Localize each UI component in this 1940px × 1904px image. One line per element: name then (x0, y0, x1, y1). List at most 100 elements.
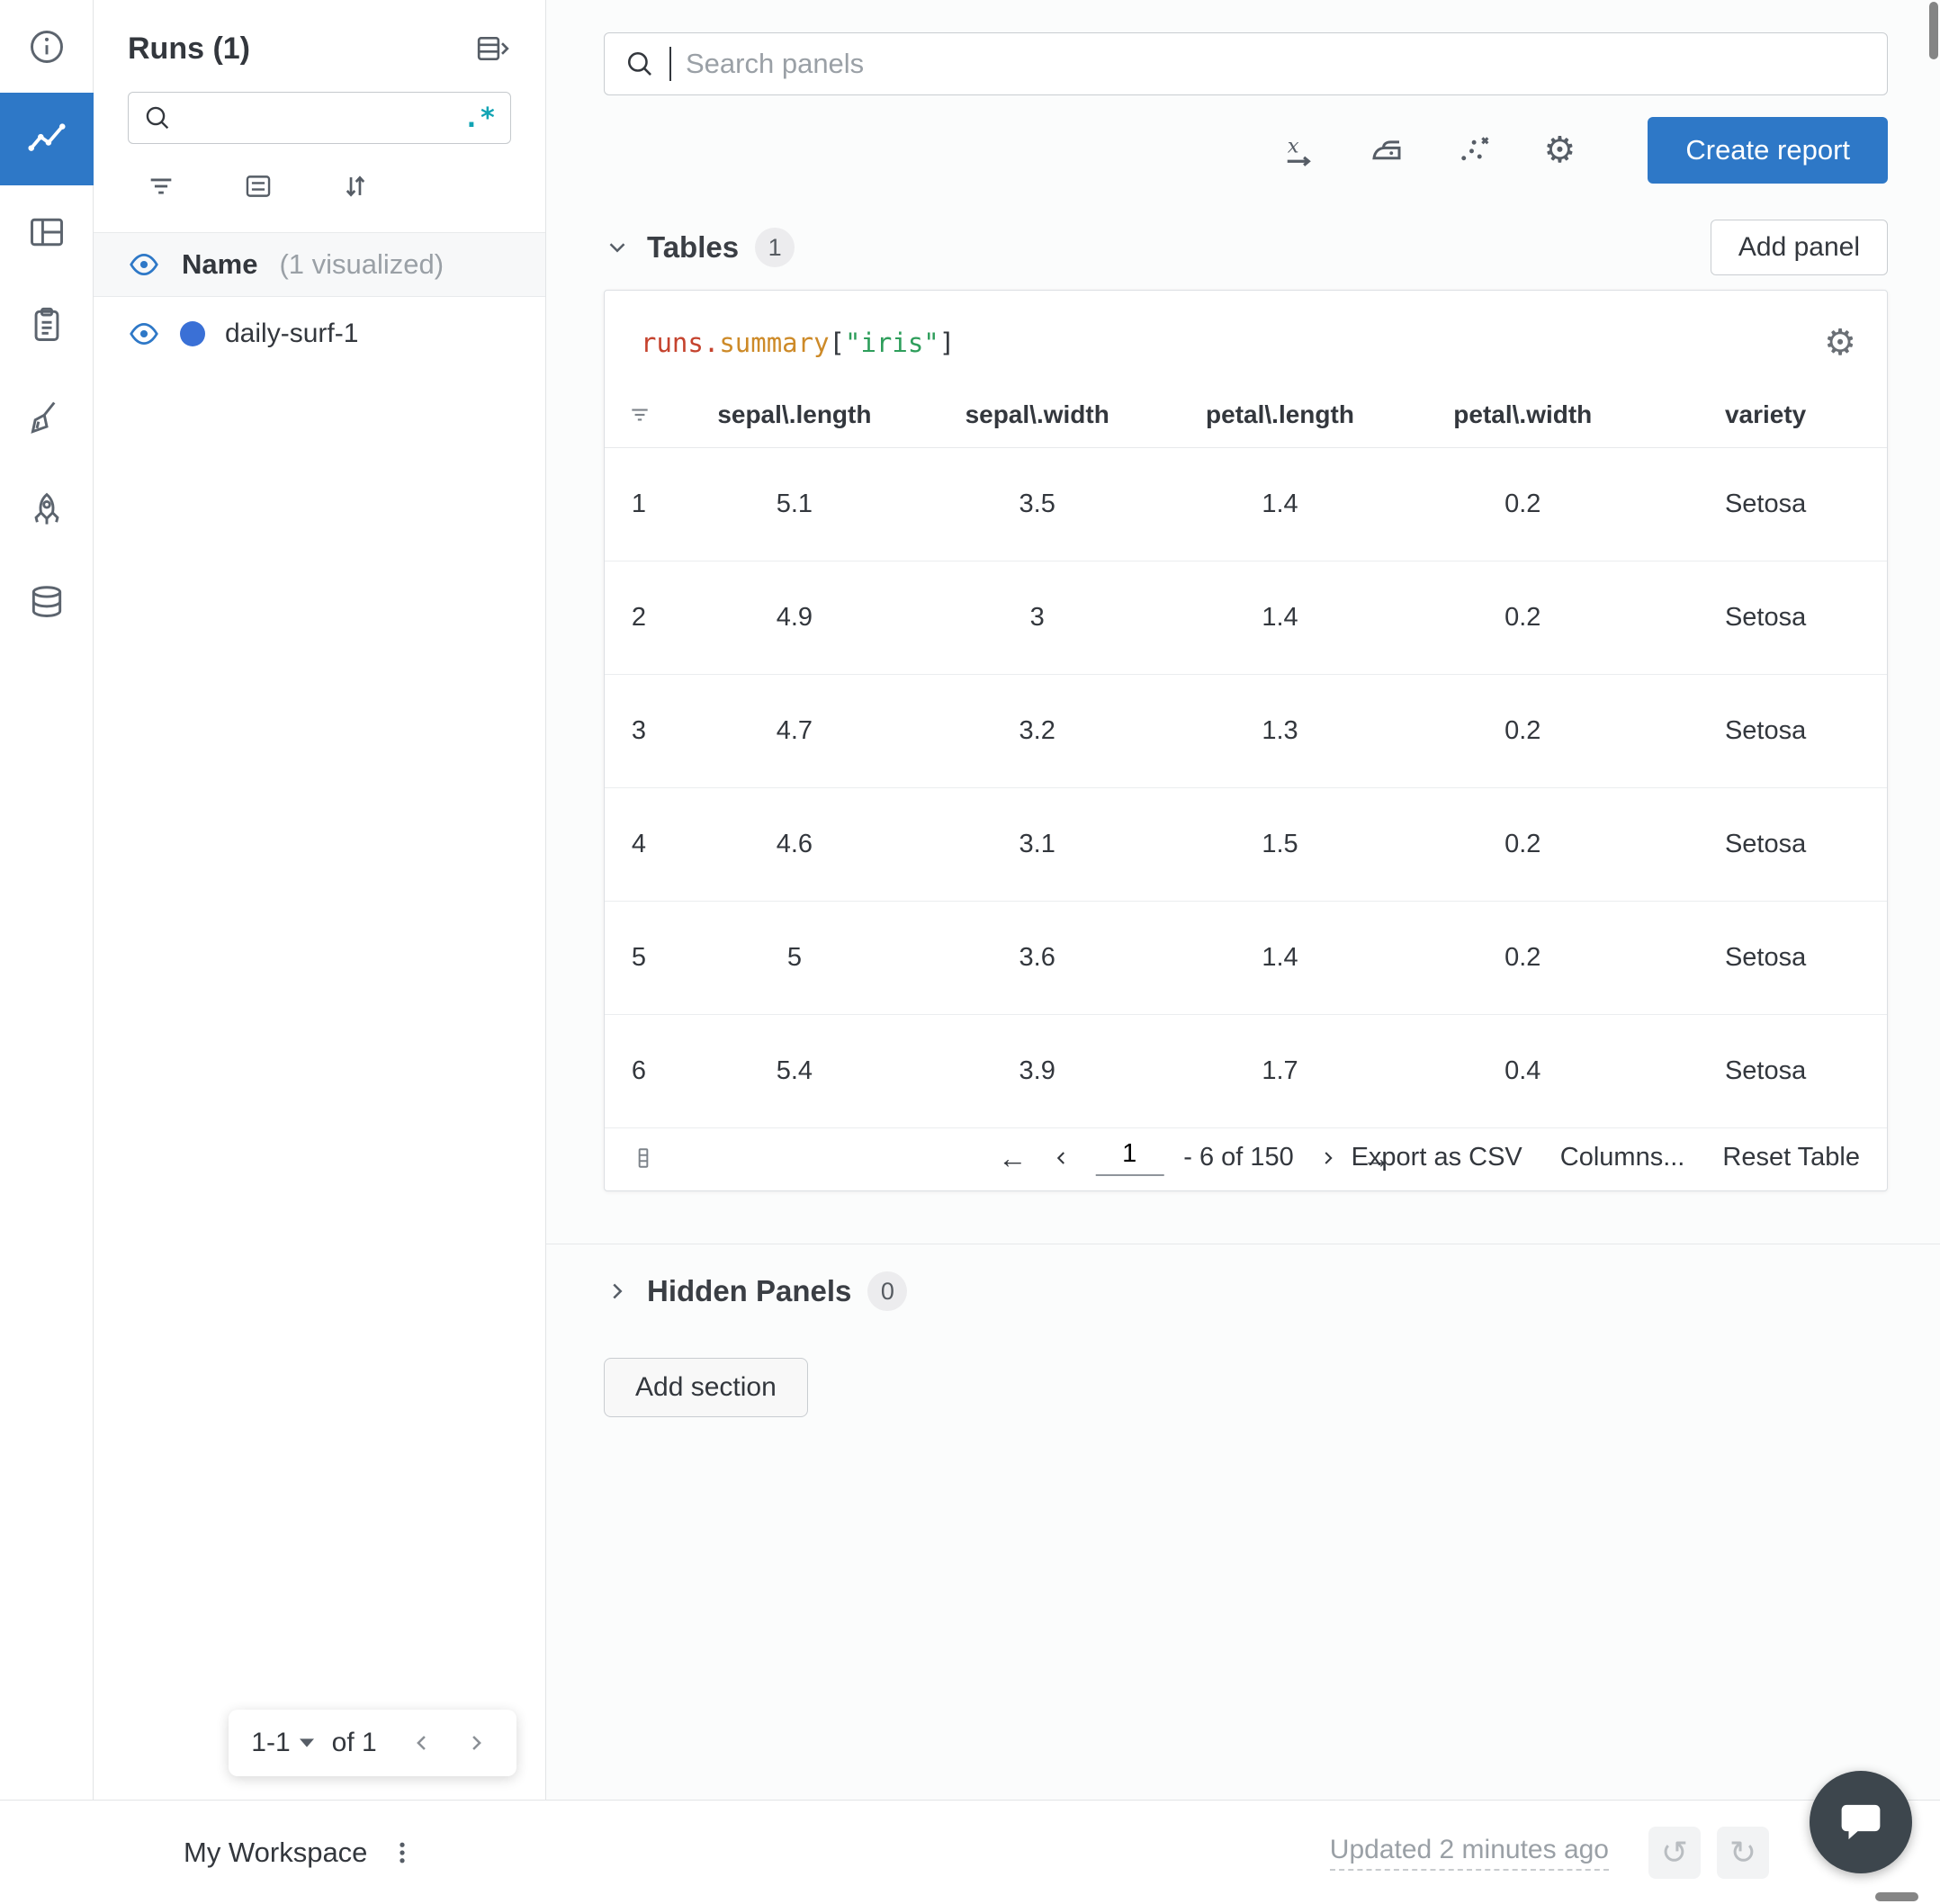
vertical-scrollbar[interactable] (1929, 2, 1938, 59)
hidden-panels-header: Hidden Panels 0 (546, 1244, 1940, 1336)
redo-button[interactable]: ↻ (1717, 1826, 1769, 1879)
first-page-button[interactable]: ← (998, 1144, 1027, 1172)
runs-title: Runs (1) (128, 31, 250, 66)
group-button[interactable] (243, 171, 274, 202)
eye-icon (128, 248, 160, 281)
horizontal-scrollbar[interactable] (1875, 1892, 1918, 1901)
x-axis-settings-button[interactable]: x (1280, 131, 1317, 169)
nav-logs[interactable] (0, 278, 94, 371)
nav-launch[interactable] (0, 463, 94, 556)
outliers-button[interactable] (1456, 131, 1494, 169)
chevron-right-icon (604, 1278, 631, 1305)
x-axis-icon: x (1280, 131, 1317, 169)
table-row: 4 4.6 3.1 1.5 0.2 Setosa (605, 787, 1887, 902)
create-report-button[interactable]: Create report (1648, 117, 1888, 184)
nav-overview[interactable] (0, 0, 94, 93)
table-cell: 5 (673, 901, 916, 1015)
row-index-link[interactable]: 1 (605, 447, 673, 561)
table-cell: Setosa (1644, 1014, 1887, 1128)
workspace-menu-button[interactable] (389, 1839, 416, 1866)
workspace-settings-button[interactable]: ⚙ (1544, 132, 1576, 168)
table-cell: 0.2 (1401, 561, 1645, 675)
run-color-dot[interactable] (180, 321, 205, 346)
page-number-input[interactable] (1095, 1139, 1164, 1176)
table-row: 1 5.1 3.5 1.4 0.2 Setosa (605, 447, 1887, 561)
caret-down-icon (299, 1738, 314, 1747)
visibility-toggle[interactable] (128, 318, 160, 350)
table-cell: 0.2 (1401, 901, 1645, 1015)
nav-workspace[interactable] (0, 93, 94, 185)
gear-icon: ⚙ (1543, 130, 1576, 170)
regex-toggle[interactable]: .* (463, 103, 496, 134)
row-index-link[interactable]: 2 (605, 561, 673, 675)
section-title[interactable]: Hidden Panels (647, 1274, 851, 1308)
row-index-link[interactable]: 4 (605, 787, 673, 902)
undo-button[interactable]: ↺ (1648, 1826, 1701, 1879)
updated-timestamp: Updated 2 minutes ago (1329, 1835, 1609, 1871)
column-header[interactable]: sepal\.length (673, 382, 916, 448)
database-icon (27, 583, 67, 623)
reset-table-button[interactable]: Reset Table (1722, 1143, 1860, 1172)
prev-page-button[interactable] (404, 1725, 440, 1761)
workspace-main: x (546, 0, 1940, 1800)
filter-icon (628, 403, 666, 427)
column-header[interactable]: sepal\.width (915, 382, 1159, 448)
chevron-right-icon (1317, 1147, 1339, 1169)
smoothing-button[interactable] (1368, 131, 1406, 169)
collapse-section-button[interactable] (604, 234, 631, 261)
runs-name-header: Name (1 visualized) (94, 232, 545, 297)
row-index-link[interactable]: 3 (605, 674, 673, 788)
page-range-label: 1-1 (251, 1728, 291, 1757)
columns-button[interactable]: Columns... (1560, 1143, 1685, 1172)
smoothing-iron-icon (1368, 131, 1406, 169)
next-page-button[interactable] (1314, 1144, 1343, 1172)
table-panel: runs.summary["iris"] ⚙ sepal\.length sep… (604, 290, 1888, 1191)
nav-artifacts[interactable] (0, 556, 94, 649)
run-list-item[interactable]: daily-surf-1 (94, 297, 545, 371)
nav-sweeps[interactable] (0, 371, 94, 463)
table-cell: Setosa (1644, 787, 1887, 902)
table-cell: 4.6 (673, 787, 916, 902)
column-header[interactable]: variety (1644, 382, 1887, 448)
table-cell: 0.2 (1401, 787, 1645, 902)
column-header[interactable]: petal\.width (1401, 382, 1645, 448)
workspace-name[interactable]: My Workspace (184, 1837, 367, 1869)
runs-toolbar (146, 171, 545, 202)
table-cell: Setosa (1644, 561, 1887, 675)
panel-settings-button[interactable]: ⚙ (1824, 325, 1856, 361)
expand-table-button[interactable] (475, 31, 511, 67)
expand-section-button[interactable] (604, 1278, 631, 1305)
section-title[interactable]: Tables (647, 230, 739, 265)
nav-runs-table[interactable] (0, 185, 94, 278)
runs-search-input[interactable] (184, 103, 451, 132)
add-section-button[interactable]: Add section (604, 1358, 808, 1417)
table-cell: 5.1 (673, 447, 916, 561)
help-chat-button[interactable] (1810, 1771, 1912, 1873)
column-filter-button[interactable] (605, 382, 673, 448)
name-column-label[interactable]: Name (182, 248, 257, 281)
table-cell: Setosa (1644, 447, 1887, 561)
add-panel-button[interactable]: Add panel (1710, 220, 1888, 275)
run-name[interactable]: daily-surf-1 (225, 319, 358, 349)
row-height-button[interactable] (632, 1146, 655, 1170)
clipboard-icon (27, 305, 67, 345)
next-page-button[interactable] (458, 1725, 494, 1761)
sort-button[interactable] (340, 171, 371, 202)
broom-icon (27, 398, 67, 437)
panel-title: runs.summary["iris"] (641, 328, 956, 358)
section-count-badge: 0 (867, 1271, 908, 1311)
app-shell: Runs (1) .* Name (1 visualized) daily-su… (0, 0, 1940, 1800)
row-index-link[interactable]: 5 (605, 901, 673, 1015)
page-range-dropdown[interactable]: 1-1 (251, 1728, 314, 1758)
column-header[interactable]: petal\.length (1158, 382, 1402, 448)
prev-page-button[interactable] (1046, 1144, 1075, 1172)
panels-icon (27, 212, 67, 252)
visibility-all-toggle[interactable] (128, 248, 160, 281)
last-page-button[interactable]: → (1362, 1144, 1391, 1172)
table-cell: 1.7 (1158, 1014, 1402, 1128)
panel-search-input[interactable] (686, 48, 1867, 80)
filter-button[interactable] (146, 171, 176, 202)
table-cell: 1.5 (1158, 787, 1402, 902)
row-index-link[interactable]: 6 (605, 1014, 673, 1128)
tables-section-header: Tables 1 Add panel (604, 220, 1888, 275)
